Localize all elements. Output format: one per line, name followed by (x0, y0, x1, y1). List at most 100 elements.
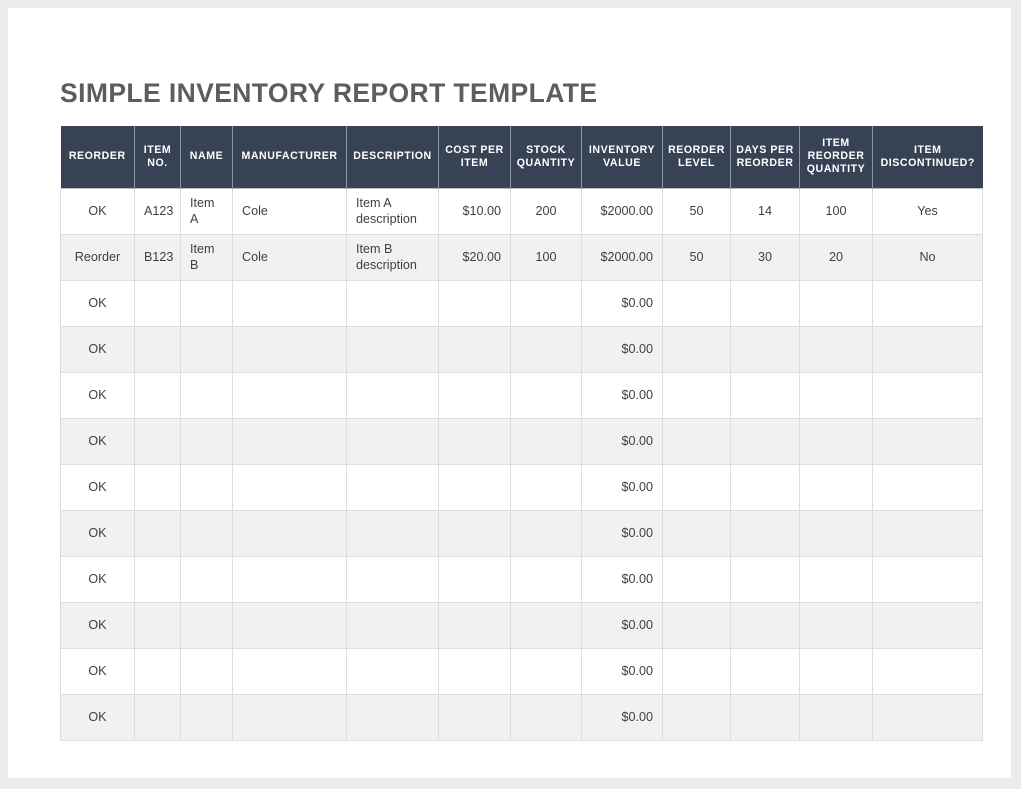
cell-inventory_val[interactable]: $0.00 (582, 418, 663, 464)
cell-description[interactable] (347, 372, 439, 418)
cell-reorder_qty[interactable]: 20 (800, 234, 873, 280)
cell-name[interactable] (181, 694, 233, 740)
cell-reorder[interactable]: OK (61, 372, 135, 418)
cell-item_no[interactable] (135, 326, 181, 372)
cell-days_reorder[interactable] (731, 326, 800, 372)
column-header-days-per-reorder[interactable]: DAYS PER REORDER (731, 126, 800, 188)
cell-reorder[interactable]: OK (61, 694, 135, 740)
cell-cost_per_item[interactable] (439, 510, 511, 556)
column-header-name[interactable]: NAME (181, 126, 233, 188)
cell-discontinued[interactable] (873, 510, 983, 556)
cell-inventory_val[interactable]: $0.00 (582, 280, 663, 326)
cell-manufacturer[interactable] (233, 326, 347, 372)
cell-stock_qty[interactable]: 100 (511, 234, 582, 280)
cell-inventory_val[interactable]: $0.00 (582, 556, 663, 602)
cell-item_no[interactable] (135, 280, 181, 326)
cell-reorder_level[interactable] (663, 510, 731, 556)
cell-reorder_qty[interactable] (800, 326, 873, 372)
column-header-reorder[interactable]: REORDER (61, 126, 135, 188)
cell-item_no[interactable] (135, 694, 181, 740)
cell-reorder_level[interactable] (663, 372, 731, 418)
cell-stock_qty[interactable] (511, 280, 582, 326)
cell-stock_qty[interactable] (511, 694, 582, 740)
cell-description[interactable] (347, 418, 439, 464)
cell-reorder_qty[interactable] (800, 418, 873, 464)
cell-discontinued[interactable] (873, 556, 983, 602)
cell-stock_qty[interactable]: 200 (511, 188, 582, 234)
cell-cost_per_item[interactable] (439, 464, 511, 510)
cell-inventory_val[interactable]: $0.00 (582, 326, 663, 372)
cell-inventory_val[interactable]: $2000.00 (582, 188, 663, 234)
cell-days_reorder[interactable] (731, 280, 800, 326)
cell-name[interactable] (181, 602, 233, 648)
cell-manufacturer[interactable]: Cole (233, 188, 347, 234)
cell-reorder_qty[interactable]: 100 (800, 188, 873, 234)
cell-reorder_qty[interactable] (800, 556, 873, 602)
cell-manufacturer[interactable] (233, 510, 347, 556)
cell-manufacturer[interactable]: Cole (233, 234, 347, 280)
cell-description[interactable] (347, 648, 439, 694)
cell-days_reorder[interactable] (731, 418, 800, 464)
cell-description[interactable] (347, 694, 439, 740)
cell-reorder_level[interactable]: 50 (663, 234, 731, 280)
cell-name[interactable]: Item B (181, 234, 233, 280)
cell-manufacturer[interactable] (233, 556, 347, 602)
cell-cost_per_item[interactable] (439, 326, 511, 372)
cell-reorder[interactable]: OK (61, 648, 135, 694)
cell-reorder_qty[interactable] (800, 602, 873, 648)
cell-item_no[interactable] (135, 602, 181, 648)
cell-description[interactable] (347, 326, 439, 372)
cell-item_no[interactable] (135, 556, 181, 602)
cell-description[interactable] (347, 464, 439, 510)
column-header-description[interactable]: DESCRIPTION (347, 126, 439, 188)
cell-discontinued[interactable] (873, 602, 983, 648)
cell-days_reorder[interactable] (731, 602, 800, 648)
cell-stock_qty[interactable] (511, 418, 582, 464)
column-header-item-discontinued[interactable]: ITEM DISCONTINUED? (873, 126, 983, 188)
cell-discontinued[interactable] (873, 326, 983, 372)
cell-reorder[interactable]: OK (61, 556, 135, 602)
cell-reorder[interactable]: OK (61, 326, 135, 372)
cell-name[interactable] (181, 372, 233, 418)
cell-name[interactable] (181, 326, 233, 372)
cell-reorder[interactable]: OK (61, 464, 135, 510)
column-header-stock-quantity[interactable]: STOCK QUANTITY (511, 126, 582, 188)
cell-discontinued[interactable] (873, 418, 983, 464)
cell-discontinued[interactable] (873, 372, 983, 418)
cell-description[interactable]: Item B description (347, 234, 439, 280)
cell-reorder[interactable]: OK (61, 510, 135, 556)
cell-reorder_level[interactable]: 50 (663, 188, 731, 234)
cell-description[interactable] (347, 510, 439, 556)
cell-item_no[interactable]: A123 (135, 188, 181, 234)
cell-reorder_qty[interactable] (800, 464, 873, 510)
cell-inventory_val[interactable]: $0.00 (582, 510, 663, 556)
cell-manufacturer[interactable] (233, 648, 347, 694)
cell-item_no[interactable] (135, 464, 181, 510)
cell-discontinued[interactable] (873, 464, 983, 510)
cell-item_no[interactable]: B123 (135, 234, 181, 280)
cell-reorder_level[interactable] (663, 418, 731, 464)
cell-inventory_val[interactable]: $0.00 (582, 464, 663, 510)
cell-cost_per_item[interactable] (439, 556, 511, 602)
column-header-manufacturer[interactable]: MANUFACTURER (233, 126, 347, 188)
cell-reorder_qty[interactable] (800, 372, 873, 418)
cell-manufacturer[interactable] (233, 372, 347, 418)
cell-discontinued[interactable] (873, 694, 983, 740)
cell-cost_per_item[interactable] (439, 694, 511, 740)
cell-reorder_qty[interactable] (800, 694, 873, 740)
cell-stock_qty[interactable] (511, 510, 582, 556)
cell-manufacturer[interactable] (233, 694, 347, 740)
cell-reorder_level[interactable] (663, 280, 731, 326)
cell-reorder[interactable]: OK (61, 188, 135, 234)
cell-discontinued[interactable] (873, 280, 983, 326)
cell-reorder[interactable]: OK (61, 418, 135, 464)
cell-reorder[interactable]: Reorder (61, 234, 135, 280)
cell-item_no[interactable] (135, 418, 181, 464)
cell-name[interactable] (181, 418, 233, 464)
cell-manufacturer[interactable] (233, 280, 347, 326)
cell-discontinued[interactable]: No (873, 234, 983, 280)
cell-cost_per_item[interactable] (439, 372, 511, 418)
cell-days_reorder[interactable] (731, 510, 800, 556)
cell-reorder_level[interactable] (663, 556, 731, 602)
cell-stock_qty[interactable] (511, 648, 582, 694)
